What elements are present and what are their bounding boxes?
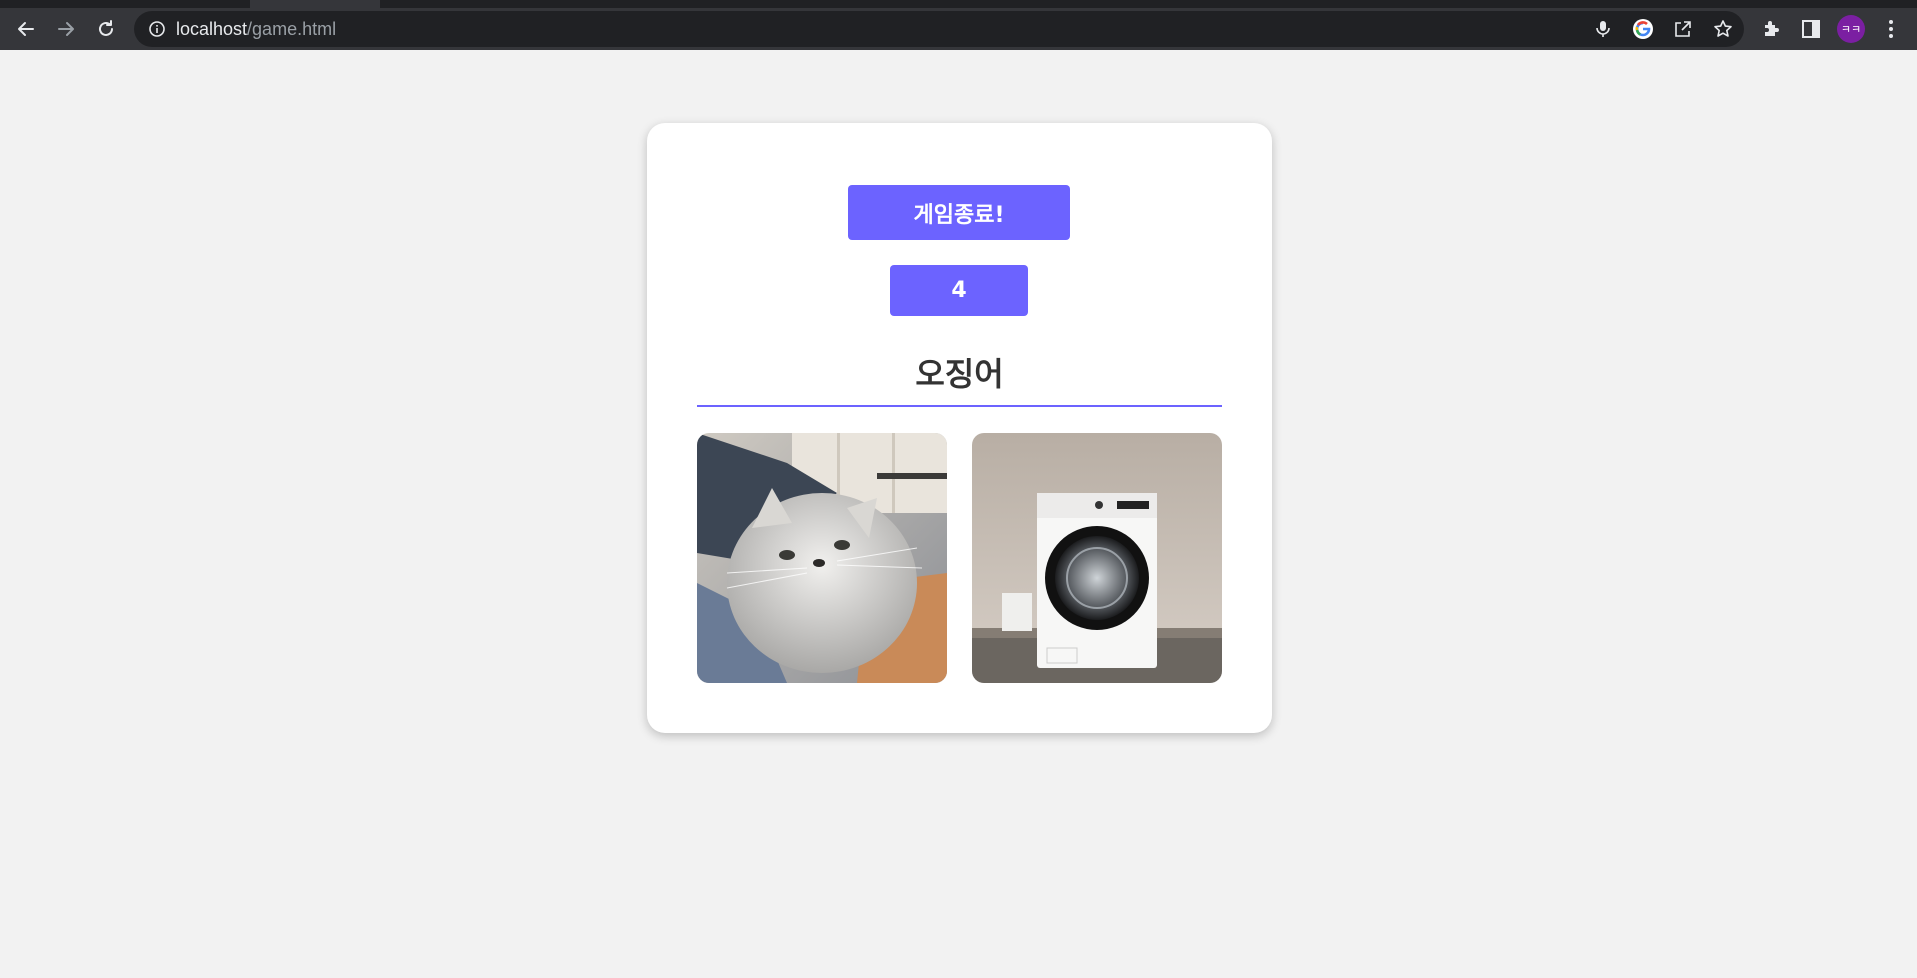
side-panel-icon[interactable]	[1797, 15, 1825, 43]
info-icon[interactable]	[148, 20, 166, 38]
washing-machine-image	[972, 433, 1222, 683]
address-bar[interactable]: localhost/game.html	[134, 11, 1744, 47]
profile-avatar[interactable]: ㅋㅋ	[1837, 15, 1865, 43]
arrow-right-icon	[58, 22, 74, 36]
microphone-icon[interactable]	[1590, 16, 1616, 42]
reload-icon	[99, 20, 113, 36]
end-game-button[interactable]: 게임종료!	[848, 185, 1070, 240]
toolbar: localhost/game.html ㅋㅋ	[0, 8, 1917, 50]
title-divider	[697, 405, 1222, 407]
tab-strip	[0, 0, 1917, 8]
cat-image	[697, 433, 947, 683]
more-vert-icon[interactable]	[1877, 15, 1905, 43]
word-title: 오징어	[915, 355, 1004, 393]
omnibox-actions	[1590, 11, 1736, 47]
url-path: /game.html	[247, 18, 337, 39]
share-icon[interactable]	[1670, 16, 1696, 42]
forward-button[interactable]	[46, 9, 86, 49]
bookmark-star-icon[interactable]	[1710, 16, 1736, 42]
arrow-left-icon	[18, 22, 34, 36]
toolbar-right: ㅋㅋ	[1757, 8, 1917, 50]
url-host: localhost	[176, 18, 248, 39]
active-tab[interactable]	[250, 0, 380, 8]
count-badge: 4	[890, 265, 1028, 316]
extensions-puzzle-icon[interactable]	[1757, 15, 1785, 43]
game-card: 게임종료! 4 오징어	[647, 123, 1272, 733]
back-button[interactable]	[6, 9, 46, 49]
image-option-cat[interactable]	[697, 433, 947, 683]
reload-button[interactable]	[86, 9, 126, 49]
browser-toolbar: localhost/game.html ㅋㅋ	[0, 0, 1917, 50]
url-text: localhost/game.html	[176, 19, 336, 40]
google-lens-icon[interactable]	[1630, 16, 1656, 42]
image-option-washing-machine[interactable]	[972, 433, 1222, 683]
